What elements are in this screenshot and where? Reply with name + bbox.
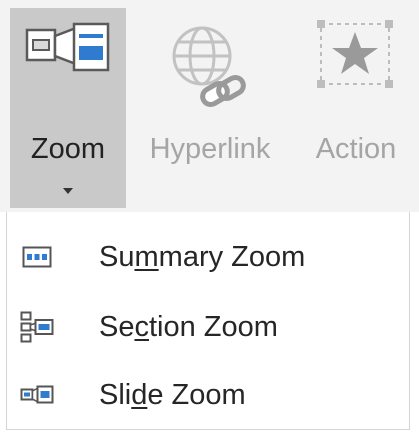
hyperlink-icon <box>160 16 260 121</box>
zoom-button[interactable]: Zoom <box>10 8 126 208</box>
menu-item-section-zoom[interactable]: Section Zoom <box>7 294 409 360</box>
menu-item-summary-zoom[interactable]: Summary Zoom <box>7 224 409 290</box>
action-button[interactable]: Action <box>297 8 415 208</box>
action-star-icon <box>313 16 397 101</box>
hyperlink-button[interactable]: Hyperlink <box>130 8 290 208</box>
zoom-dropdown-menu: Summary Zoom Section Zoom Slide Zoom <box>6 212 410 430</box>
ribbon-links-group: Zoom Hyperlink Action <box>0 0 419 212</box>
section-zoom-icon <box>17 307 57 347</box>
summary-zoom-icon <box>17 237 57 277</box>
chevron-down-icon <box>63 188 73 194</box>
zoom-dropdown-screenshot: Zoom Hyperlink Action Summary Zoom Secti… <box>0 0 419 434</box>
slide-zoom-icon <box>17 375 57 415</box>
menu-item-slide-zoom[interactable]: Slide Zoom <box>7 362 409 428</box>
summary-zoom-label: Summary Zoom <box>99 240 306 273</box>
zoom-icon <box>24 16 112 101</box>
slide-zoom-label: Slide Zoom <box>99 378 246 411</box>
section-zoom-label: Section Zoom <box>99 310 278 343</box>
zoom-label: Zoom <box>30 133 106 165</box>
action-label: Action <box>315 133 397 165</box>
hyperlink-label: Hyperlink <box>149 133 271 165</box>
